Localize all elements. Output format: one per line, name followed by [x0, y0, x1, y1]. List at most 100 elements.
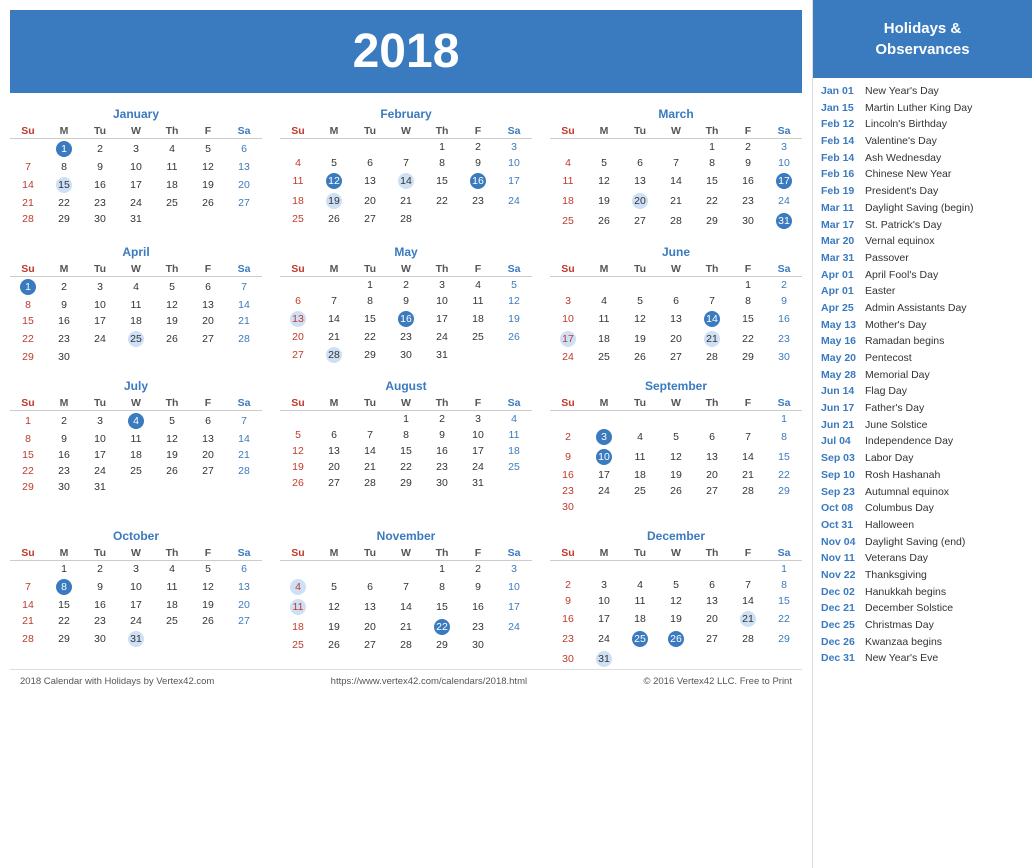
calendar-day: [460, 211, 496, 227]
calendar-day: 22: [352, 329, 388, 345]
holiday-name: Martin Luther King Day: [865, 101, 972, 116]
calendar-day: 9: [388, 293, 424, 309]
calendar-day: 29: [766, 483, 802, 499]
calendar-day: 26: [154, 329, 190, 349]
holiday-date: Jun 21: [821, 418, 859, 433]
month-block: FebruarySuMTuWThFSa123456789101112131415…: [280, 107, 532, 231]
year-header: 2018: [10, 10, 802, 93]
highlight-blue: 31: [776, 213, 792, 229]
calendar-day: 13: [622, 171, 658, 191]
calendar-day: 23: [424, 459, 460, 475]
calendar-day: 20: [658, 329, 694, 349]
calendar-day: 6: [226, 561, 262, 578]
calendar-day: 18: [280, 617, 316, 637]
calendar-day: 3: [82, 277, 118, 298]
calendar-day: 1: [766, 411, 802, 428]
calendar-day: 24: [496, 617, 532, 637]
holiday-date: Oct 08: [821, 501, 859, 516]
calendar-day: 24: [586, 629, 622, 649]
calendar-day: 3: [586, 577, 622, 593]
calendar-day: 19: [316, 191, 352, 211]
holiday-date: Apr 01: [821, 284, 859, 299]
calendar-day: 21: [226, 447, 262, 463]
calendar-day: 12: [190, 159, 226, 175]
calendar-day: 14: [730, 593, 766, 609]
calendar-day: 17: [460, 443, 496, 459]
calendar-day: 27: [352, 211, 388, 227]
calendar-day: 17: [118, 597, 154, 613]
calendar-day: 21: [10, 613, 46, 629]
month-table: SuMTuWThFSa12345678910111213141516171819…: [550, 262, 802, 365]
holiday-item: Sep 23Autumnal equinox: [821, 485, 1024, 500]
calendar-day: 11: [280, 597, 316, 617]
calendar-day: 28: [658, 211, 694, 231]
calendar-day: 7: [388, 155, 424, 171]
calendar-day: 26: [316, 637, 352, 653]
calendar-day: 8: [766, 427, 802, 447]
calendar-day: 2: [550, 427, 586, 447]
holiday-name: Labor Day: [865, 451, 913, 466]
calendar-day: 13: [694, 593, 730, 609]
holiday-name: Memorial Day: [865, 368, 930, 383]
calendar-day: 26: [496, 329, 532, 345]
holiday-item: May 13Mother's Day: [821, 318, 1024, 333]
calendar-day: 9: [730, 155, 766, 171]
calendar-day: 2: [388, 277, 424, 294]
calendar-day: 1: [46, 561, 82, 578]
holiday-item: Oct 08Columbus Day: [821, 501, 1024, 516]
calendar-day: 7: [352, 427, 388, 443]
calendar-day: 30: [766, 349, 802, 365]
calendar-day: 6: [694, 427, 730, 447]
calendar-day: 26: [280, 475, 316, 491]
calendar-day: 4: [154, 139, 190, 160]
month-table: SuMTuWThFSa12345678910111213141516171819…: [550, 396, 802, 515]
holidays-section: Holidays &Observances Jan 01New Year's D…: [812, 0, 1032, 868]
calendar-day: 19: [658, 467, 694, 483]
calendar-day: 20: [190, 447, 226, 463]
calendar-day: 7: [730, 577, 766, 593]
calendar-day: 19: [622, 329, 658, 349]
highlight-blue: 16: [470, 173, 486, 189]
calendar-day: 19: [586, 191, 622, 211]
calendar-day: 13: [280, 309, 316, 329]
calendar-day: [586, 411, 622, 428]
highlight-blue: 4: [128, 413, 144, 429]
calendar-day: 30: [460, 637, 496, 653]
calendar-day: 10: [82, 431, 118, 447]
calendar-day: 12: [658, 447, 694, 467]
calendar-day: 6: [352, 577, 388, 597]
holiday-item: May 28Memorial Day: [821, 368, 1024, 383]
calendar-day: 17: [586, 467, 622, 483]
holiday-date: Apr 01: [821, 268, 859, 283]
calendar-day: 15: [694, 171, 730, 191]
calendar-day: [424, 211, 460, 227]
calendar-day: [316, 139, 352, 156]
holiday-name: Vernal equinox: [865, 234, 934, 249]
calendar-day: 27: [190, 329, 226, 349]
calendar-day: 25: [622, 483, 658, 499]
calendar-day: 24: [550, 349, 586, 365]
calendar-day: 31: [118, 629, 154, 649]
calendar-day: 11: [622, 593, 658, 609]
calendar-day: 3: [118, 139, 154, 160]
calendar-day: [226, 479, 262, 495]
holiday-date: Sep 23: [821, 485, 859, 500]
calendar-day: 21: [730, 467, 766, 483]
month-table: SuMTuWThFSa12345678910111213141516171819…: [10, 396, 262, 495]
calendar-day: 9: [424, 427, 460, 443]
calendar-day: [622, 411, 658, 428]
calendar-day: 8: [766, 577, 802, 593]
calendar-day: 8: [730, 293, 766, 309]
holiday-name: Ramadan begins: [865, 334, 944, 349]
calendar-day: 19: [154, 447, 190, 463]
calendar-day: 7: [226, 277, 262, 298]
month-block: JanuarySuMTuWThFSa1234567891011121314151…: [10, 107, 262, 231]
holiday-date: Jul 04: [821, 434, 859, 449]
calendar-day: 19: [316, 617, 352, 637]
calendar-day: 7: [10, 577, 46, 597]
calendar-day: 4: [280, 577, 316, 597]
calendar-day: 25: [550, 211, 586, 231]
calendar-day: [496, 475, 532, 491]
calendar-day: 16: [46, 447, 82, 463]
calendar-day: 23: [82, 613, 118, 629]
